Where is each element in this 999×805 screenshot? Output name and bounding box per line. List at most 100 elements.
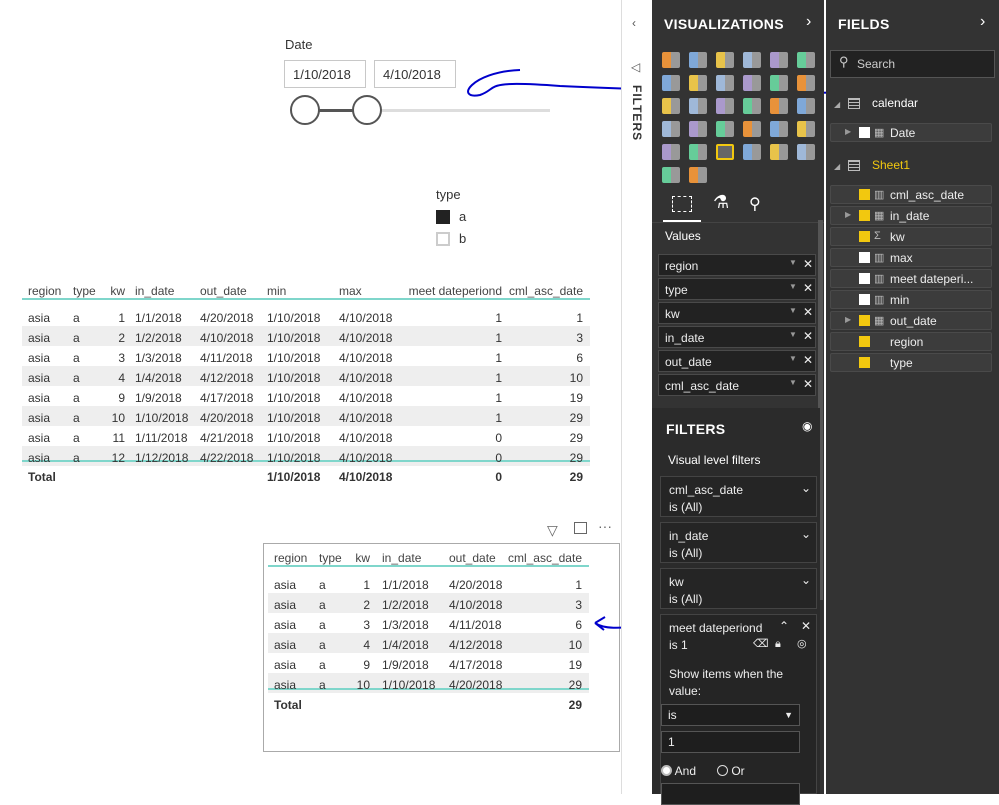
visual-type-icon[interactable]: [689, 98, 707, 114]
field-item[interactable]: type: [830, 353, 992, 372]
dropdown-icon[interactable]: ▼: [789, 354, 797, 363]
visual-type-icon[interactable]: [797, 98, 815, 114]
value-well-kw[interactable]: kw ▼ ✕: [658, 302, 816, 324]
visual-type-icon[interactable]: [743, 52, 761, 68]
field-item[interactable]: ▶ ▦ in_date: [830, 206, 992, 225]
dropdown-icon[interactable]: ▼: [789, 330, 797, 339]
expand-icon[interactable]: ▶: [845, 210, 851, 219]
field-checkbox[interactable]: [859, 357, 870, 368]
collapse-triangle-icon[interactable]: ◢: [834, 162, 840, 171]
value-well-cml_asc_date[interactable]: cml_asc_date ▼ ✕: [658, 374, 816, 396]
dropdown-icon[interactable]: ▼: [789, 378, 797, 387]
expand-chevron-icon[interactable]: ⌄: [801, 526, 811, 543]
dropdown-icon[interactable]: ▼: [789, 282, 797, 291]
visual-type-icon[interactable]: [662, 121, 680, 137]
field-checkbox[interactable]: [859, 273, 870, 284]
field-item[interactable]: ▥ meet dateperi...: [830, 269, 992, 288]
visual-type-icon[interactable]: [770, 75, 788, 91]
field-checkbox[interactable]: [859, 231, 870, 242]
field-item[interactable]: ▥ cml_asc_date: [830, 185, 992, 204]
visual-type-icon[interactable]: [662, 167, 680, 183]
visual-type-icon[interactable]: [797, 121, 815, 137]
field-item[interactable]: ▥ min: [830, 290, 992, 309]
field-checkbox[interactable]: [859, 189, 870, 200]
dropdown-icon[interactable]: ▼: [789, 306, 797, 315]
field-checkbox[interactable]: [859, 127, 870, 138]
fields-tab-icon[interactable]: [672, 196, 692, 212]
remove-icon[interactable]: ✕: [803, 305, 813, 319]
expand-chevron-icon[interactable]: ⌄: [801, 480, 811, 497]
field-checkbox[interactable]: [859, 315, 870, 326]
remove-icon[interactable]: ✕: [803, 353, 813, 367]
visual-type-icon[interactable]: [689, 121, 707, 137]
remove-icon[interactable]: ✕: [803, 257, 813, 271]
visual-type-icon[interactable]: [716, 98, 734, 114]
visual-type-icon[interactable]: [743, 98, 761, 114]
field-item[interactable]: ▶ ▦ Date: [830, 123, 992, 142]
expand-icon[interactable]: ▶: [845, 315, 851, 324]
visual-type-icon[interactable]: [716, 52, 734, 68]
visual-type-icon[interactable]: [743, 75, 761, 91]
lock-filter-icon[interactable]: 🔒︎: [775, 636, 781, 653]
expand-fields-chevron-icon[interactable]: ›: [980, 13, 985, 31]
table-name[interactable]: Sheet1: [872, 158, 910, 172]
remove-icon[interactable]: ✕: [803, 281, 813, 295]
visual-type-icon[interactable]: [662, 52, 680, 68]
visual-type-icon[interactable]: [689, 144, 707, 160]
second-operator-select[interactable]: [661, 783, 800, 805]
value-well-type[interactable]: type ▼ ✕: [658, 278, 816, 300]
visual-type-icon[interactable]: [770, 52, 788, 68]
value-well-out_date[interactable]: out_date ▼ ✕: [658, 350, 816, 372]
visual-type-icon[interactable]: [797, 144, 815, 160]
field-item[interactable]: Σkw: [830, 227, 992, 246]
filter-card[interactable]: cml_asc_date is (All) ⌄: [660, 476, 817, 517]
visual-type-icon[interactable]: [743, 144, 761, 160]
visual-type-icon[interactable]: [689, 75, 707, 91]
visual-type-icon[interactable]: [797, 52, 815, 68]
field-checkbox[interactable]: [859, 252, 870, 263]
visual-type-icon[interactable]: [662, 75, 680, 91]
and-radio[interactable]: And: [661, 763, 696, 780]
field-checkbox[interactable]: [859, 294, 870, 305]
value-well-region[interactable]: region ▼ ✕: [658, 254, 816, 276]
filters-pane-collapsed[interactable]: ‹ ◁ FILTERS: [621, 0, 652, 794]
value-input[interactable]: 1: [661, 731, 800, 753]
or-radio[interactable]: Or: [717, 763, 745, 780]
field-item[interactable]: region: [830, 332, 992, 351]
format-paint-roller-icon[interactable]: ⚗: [713, 192, 729, 213]
visual-type-icon[interactable]: [716, 121, 734, 137]
remove-icon[interactable]: ✕: [803, 329, 813, 343]
expand-chevron-icon[interactable]: ⌄: [801, 572, 811, 589]
operator-select[interactable]: is ▼: [661, 704, 800, 726]
visual-type-icon[interactable]: [770, 98, 788, 114]
visual-type-icon[interactable]: [743, 121, 761, 137]
visual-type-icon[interactable]: [689, 167, 707, 183]
visual-type-icon[interactable]: [770, 121, 788, 137]
remove-icon[interactable]: ✕: [803, 377, 813, 391]
analytics-icon[interactable]: ⚲: [749, 194, 761, 214]
hide-filter-icon[interactable]: ◎: [797, 636, 807, 653]
filter-card[interactable]: in_date is (All) ⌄: [660, 522, 817, 563]
field-item[interactable]: ▥ max: [830, 248, 992, 267]
visual-type-icon[interactable]: [716, 75, 734, 91]
field-item[interactable]: ▶ ▦ out_date: [830, 311, 992, 330]
collapse-icon[interactable]: ⌃: [779, 618, 789, 635]
filter-card[interactable]: kw is (All) ⌄: [660, 568, 817, 609]
clear-filter-eraser-icon[interactable]: ⌫: [753, 636, 769, 653]
visual-type-icon[interactable]: [662, 144, 680, 160]
visual-type-icon[interactable]: [689, 52, 707, 68]
table-name[interactable]: calendar: [872, 96, 918, 110]
dropdown-icon[interactable]: ▼: [789, 258, 797, 267]
filters-visibility-icon[interactable]: ◉: [802, 419, 812, 433]
remove-filter-icon[interactable]: ✕: [801, 618, 811, 635]
expand-chevron-icon[interactable]: ›: [806, 13, 811, 31]
visual-type-icon[interactable]: [797, 75, 815, 91]
table-visual-icon[interactable]: [716, 144, 734, 160]
field-checkbox[interactable]: [859, 210, 870, 221]
search-input[interactable]: Search: [830, 50, 995, 78]
collapse-chevron-icon[interactable]: ‹: [632, 16, 636, 30]
expand-icon[interactable]: ▶: [845, 127, 851, 136]
filter-card-meet-dateperiond[interactable]: meet dateperiond is 1 ⌃ ✕ ⌫ 🔒︎ ◎ Show it…: [660, 614, 817, 805]
visual-type-icon[interactable]: [662, 98, 680, 114]
collapse-triangle-icon[interactable]: ◢: [834, 100, 840, 109]
